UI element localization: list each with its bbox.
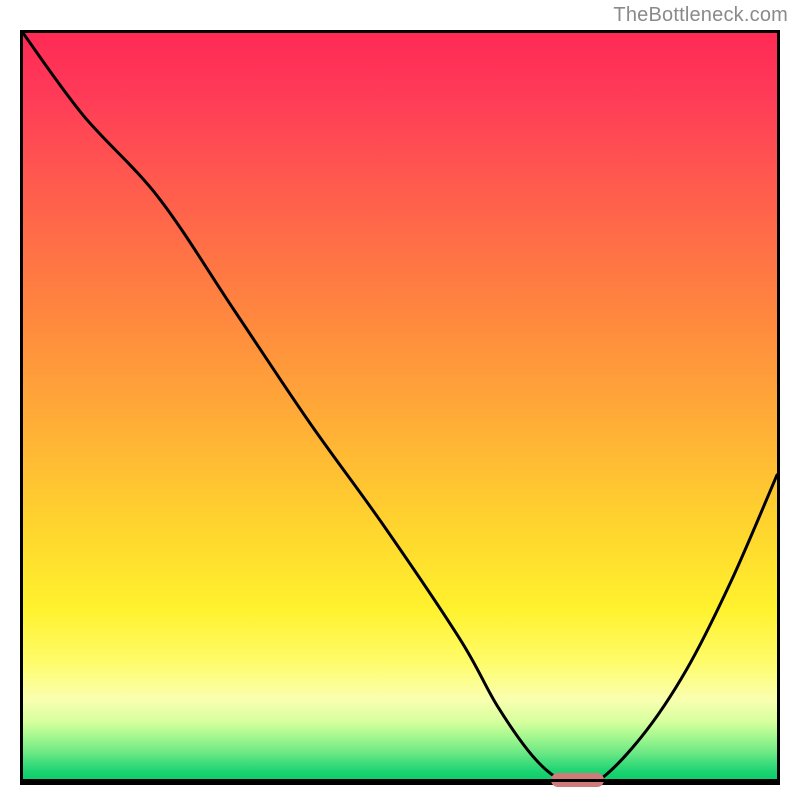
bottleneck-curve: [23, 33, 777, 782]
curve-svg: [23, 33, 777, 782]
watermark-text: TheBottleneck.com: [613, 4, 788, 27]
plot-area: [20, 30, 780, 785]
baseline: [23, 779, 777, 782]
bottleneck-chart: TheBottleneck.com: [0, 0, 800, 800]
